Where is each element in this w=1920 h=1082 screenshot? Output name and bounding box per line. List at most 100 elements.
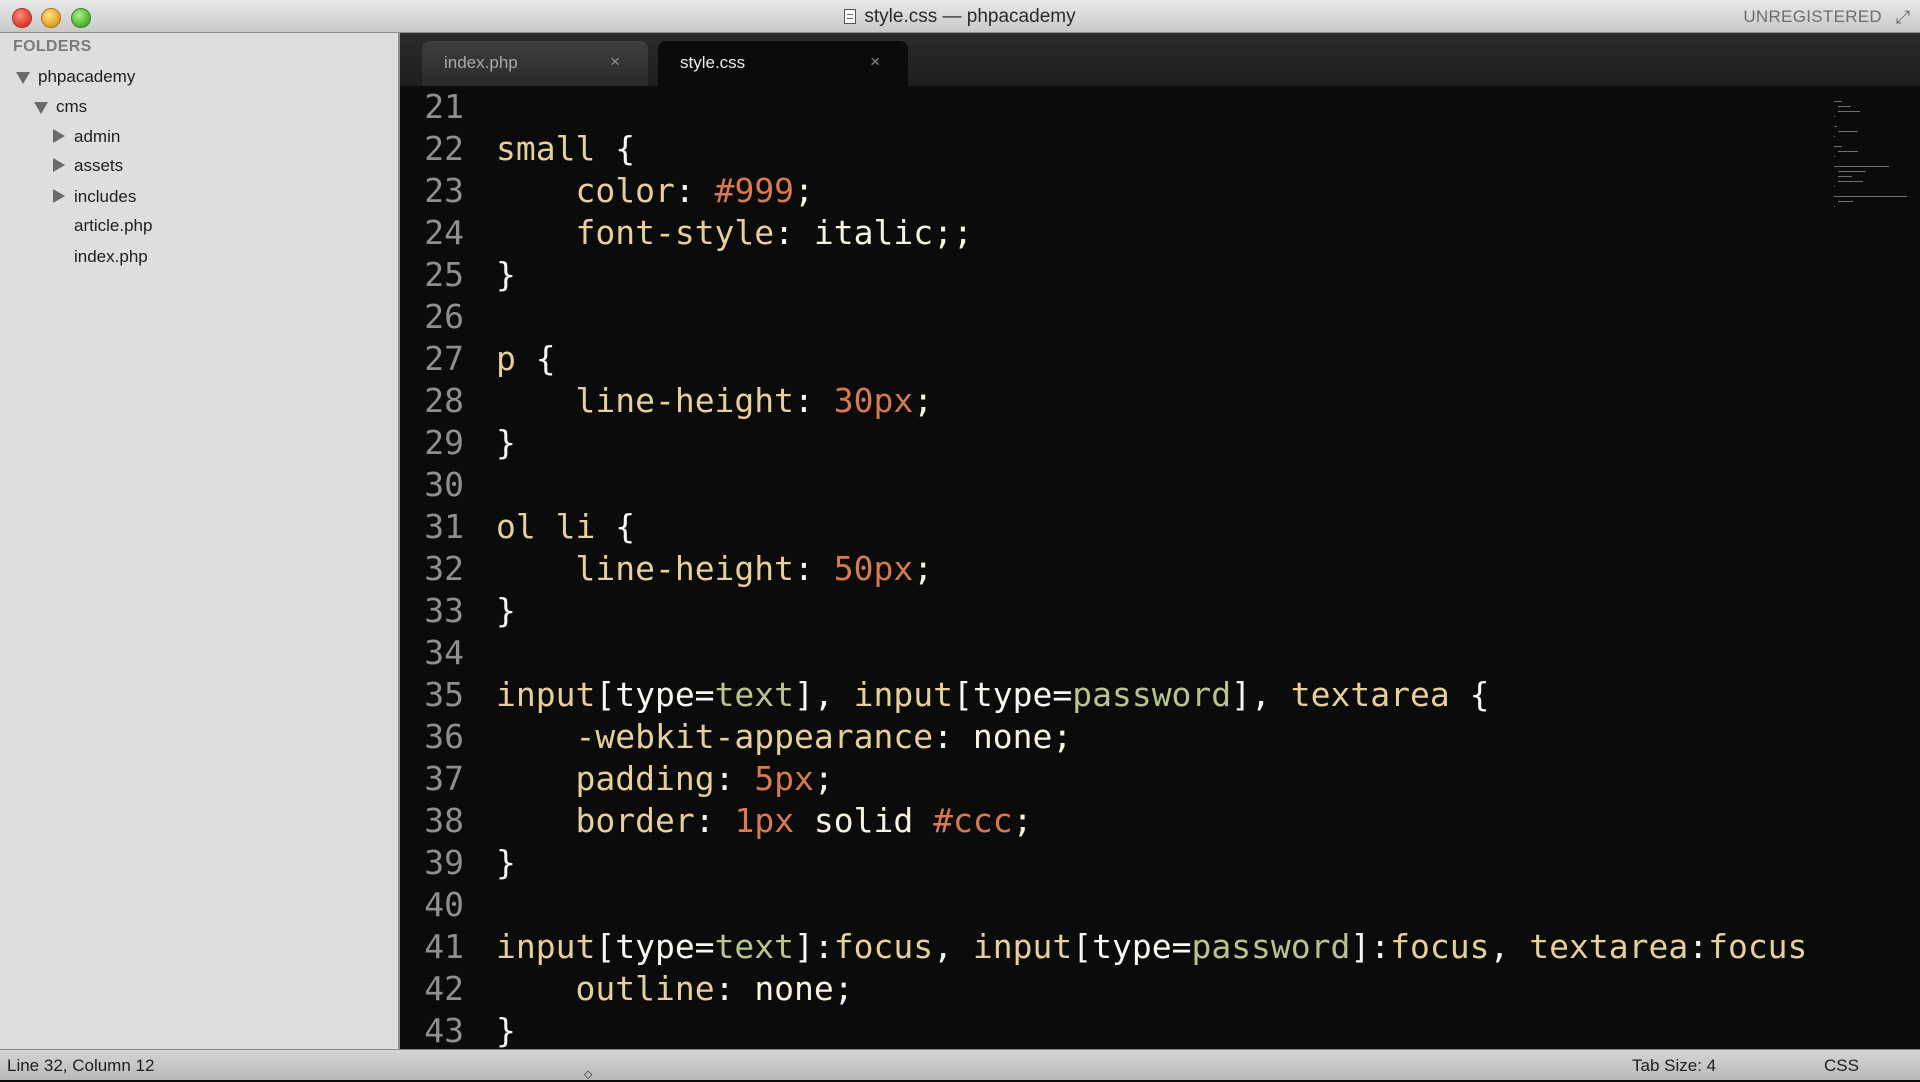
minimap-line [1838,131,1858,132]
disclosure-collapsed-icon[interactable] [53,158,65,172]
line-number: 42 [424,969,464,1008]
minimap-line [1834,156,1836,157]
line-number: 26 [424,297,464,336]
code-line[interactable]: 40 [400,884,1820,926]
code-line[interactable]: 29} [400,422,1820,464]
minimap-line [1838,151,1858,152]
code-line[interactable]: 38 border: 1px solid #ccc; [400,800,1820,842]
disclosure-collapsed-icon[interactable] [53,189,65,203]
line-number: 23 [424,171,464,210]
line-code: -webkit-appearance: none; [575,717,1073,756]
code-line[interactable]: 36 -webkit-appearance: none; [400,716,1820,758]
fullscreen-icon[interactable]: ⤢ [1894,8,1912,26]
tab-label: index.php [444,53,518,72]
line-code: } [496,1011,516,1049]
line-number: 32 [424,549,464,588]
code-line[interactable]: 41 input[type=text]:focus, input[type=pas… [400,926,1820,968]
tab-index-php[interactable]: index.php × [422,41,648,86]
line-number: 37 [424,759,464,798]
code-line[interactable]: 25} [400,254,1820,296]
window-title: style.css — phpacademy [864,6,1076,27]
minimap-line [1834,136,1836,137]
code-line[interactable]: 23 color: #999; [400,170,1820,212]
tab-size-selector[interactable]: Tab Size: 4 [1632,1056,1716,1076]
line-code: input[type=text], input[type=password], … [496,675,1490,714]
minimap-line [1834,126,1838,127]
line-number: 21 [424,87,464,126]
line-code: ol li { [496,507,636,546]
minimap-line [1834,206,1836,207]
line-number: 29 [424,423,464,462]
minimap[interactable] [1828,86,1920,236]
code-line[interactable]: 37 padding: 5px; [400,758,1820,800]
tree-item-index-php[interactable]: index.php [74,247,148,267]
code-line[interactable]: 42 outline: none; [400,968,1820,1010]
document-icon [844,9,857,24]
line-code: line-height: 30px; [575,381,934,420]
minimap-line [1834,186,1836,187]
line-number: 43 [424,1011,464,1049]
code-line[interactable]: 33} [400,590,1820,632]
code-line[interactable]: 34 [400,632,1820,674]
code-line[interactable]: 26 [400,296,1820,338]
minimap-line [1838,171,1866,172]
disclosure-expanded-icon[interactable] [34,102,48,114]
line-number: 40 [424,885,464,924]
code-editor[interactable]: 21 22 small {23 color: #999; 24 font-style:… [400,86,1920,1049]
tab-label: style.css [680,53,746,72]
line-number: 30 [424,465,464,504]
tree-item-admin[interactable]: admin [74,127,120,147]
minimap-line [1834,146,1842,147]
status-bar: Line 32, Column 12 ⬦ Tab Size: 4 CSS [0,1049,1920,1081]
line-number: 39 [424,843,464,882]
tree-item-assets[interactable]: assets [74,156,123,176]
code-line[interactable]: 31 ol li { [400,506,1820,548]
line-code: } [496,591,516,630]
tree-item-cms[interactable]: cms [56,97,87,117]
syntax-selector[interactable]: CSS [1824,1056,1859,1076]
line-number: 24 [424,213,464,252]
code-line[interactable]: 21 [400,86,1820,128]
minimap-line [1838,176,1853,177]
line-code: input[type=text]:focus, input[type=passw… [496,927,1808,966]
line-number: 38 [424,801,464,840]
minimap-line [1838,201,1854,202]
line-code: padding: 5px; [575,759,834,798]
line-number: 31 [424,507,464,546]
tree-item-includes[interactable]: includes [74,187,136,207]
folders-header: FOLDERS [13,38,92,55]
line-number: 34 [424,633,464,672]
code-line[interactable]: 39} [400,842,1820,884]
tab-close-icon[interactable]: × [870,52,880,72]
disclosure-expanded-icon[interactable] [16,72,30,84]
line-number: 36 [424,717,464,756]
cursor-position: Line 32, Column 12 [7,1056,155,1075]
code-line[interactable]: 30 [400,464,1820,506]
title-bar: style.css — phpacademy UNREGISTERED ⤢ [0,0,1920,33]
tree-item-phpacademy[interactable]: phpacademy [38,67,135,87]
tree-item-article-php[interactable]: article.php [74,216,152,236]
minimap-line [1834,101,1842,102]
code-line[interactable]: 43} [400,1010,1820,1049]
code-line[interactable]: 24 font-style: italic;; [400,212,1820,254]
minimap-line [1834,166,1889,167]
line-number: 35 [424,675,464,714]
line-number: 22 [424,129,464,168]
code-line[interactable]: 35 input[type=text], input[type=password]… [400,674,1820,716]
code-line[interactable]: 28 line-height: 30px; [400,380,1820,422]
code-line[interactable]: 32 line-height: 50px; [400,548,1820,590]
minimap-line [1838,111,1860,112]
tab-style-css[interactable]: style.css × [658,41,908,86]
line-code: border: 1px solid #ccc; [575,801,1033,840]
line-number: 28 [424,381,464,420]
code-line[interactable]: 22 small { [400,128,1820,170]
line-number: 33 [424,591,464,630]
disclosure-collapsed-icon[interactable] [53,129,65,143]
line-code: p { [496,339,556,378]
code-line[interactable]: 27 p { [400,338,1820,380]
minimap-line [1838,106,1852,107]
minimap-line [1838,181,1864,182]
line-code: small { [496,129,636,168]
tab-close-icon[interactable]: × [610,52,620,72]
tab-bar: index.php × style.css × [400,33,1920,86]
